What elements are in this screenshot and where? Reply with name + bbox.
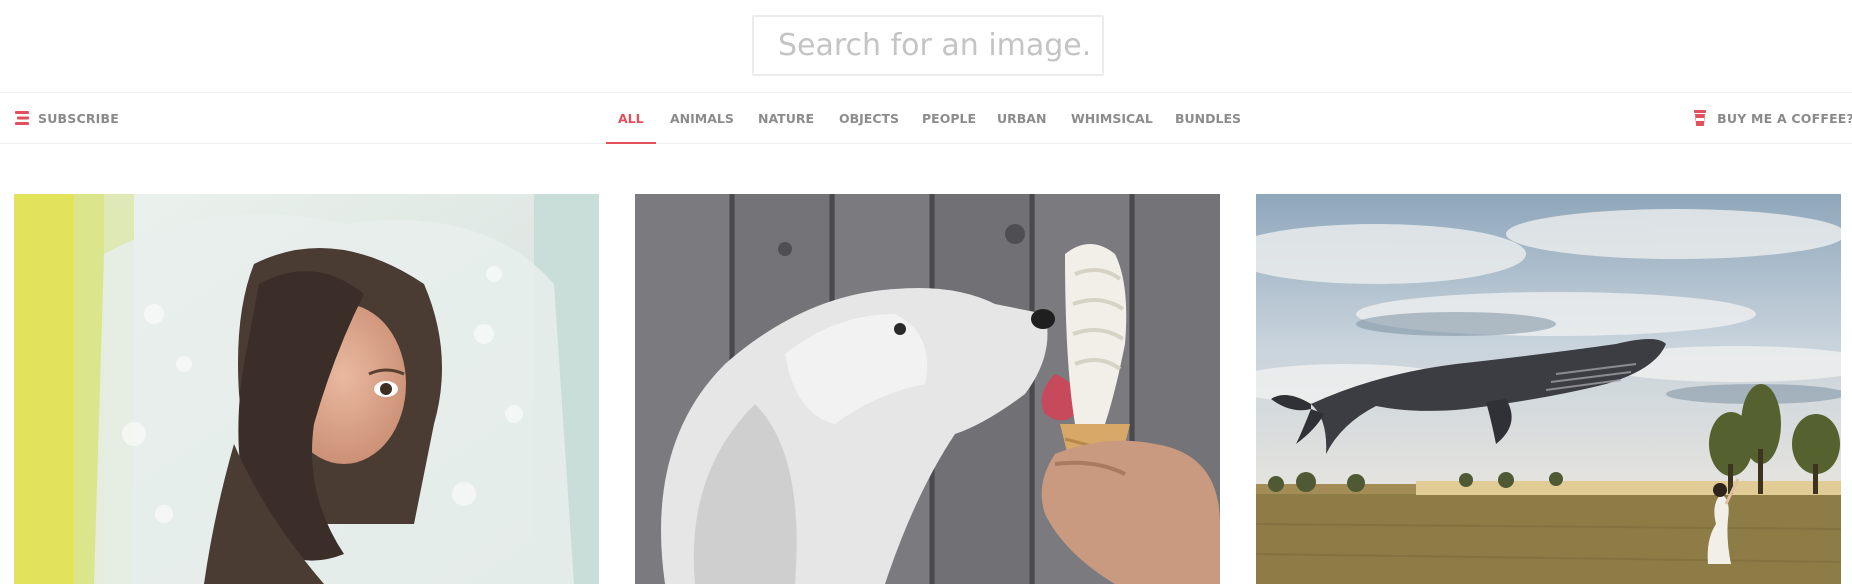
tab-urban[interactable]: URBAN [997,93,1046,143]
tab-all[interactable]: ALL [606,93,656,144]
search-box[interactable] [752,15,1104,76]
tab-nature[interactable]: NATURE [758,93,814,143]
category-navbar: SUBSCRIBE ALL ANIMALS NATURE OBJECTS PEO… [0,92,1852,144]
search-input[interactable] [754,17,1102,74]
buy-coffee-link[interactable]: BUY ME A COFFEE? [1693,93,1852,143]
gallery-photo[interactable] [1256,194,1841,584]
photo-dog-ice-cream [635,194,1220,584]
tab-bundles[interactable]: BUNDLES [1175,93,1241,143]
gallery-photo[interactable] [14,194,599,584]
photo-whale-sky [1256,194,1841,584]
search-area [0,0,1852,92]
category-tabs: ALL ANIMALS NATURE OBJECTS PEOPLE URBAN … [0,93,1852,144]
coffee-label: BUY ME A COFFEE? [1717,110,1852,126]
tab-whimsical[interactable]: WHIMSICAL [1071,93,1153,143]
tab-objects[interactable]: OBJECTS [839,93,899,143]
photo-woman-bubble-wrap [14,194,599,584]
coffee-cup-icon [1693,109,1707,127]
gallery-photo[interactable] [635,194,1220,584]
tab-people[interactable]: PEOPLE [922,93,976,143]
tab-animals[interactable]: ANIMALS [670,93,734,143]
